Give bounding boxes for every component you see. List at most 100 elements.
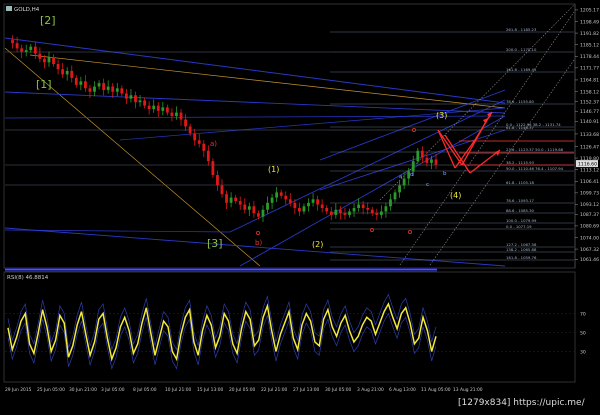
candle-body [97,83,101,87]
candle-body [366,208,370,210]
price-tick-label: 1185.12 [580,42,599,48]
candle-body [93,86,96,92]
time-tick-label: 25 Jun 05:00 [37,387,65,393]
time-tick-label: 22 Jul 21:00 [261,387,288,393]
fib-level-label: 261.8 - 1185.23 [506,27,537,32]
price-tick-label: 1133.68 [580,132,599,138]
wave-label: [2] [40,14,56,27]
candle-body [152,105,156,110]
price-tick-label: 1178.44 [580,54,599,60]
time-tick-label: 15 Jul 13:00 [197,387,224,393]
candle-body [316,199,320,205]
fib-level-label: 200.0 - 1175.10 [506,47,537,52]
price-tick-label: 1080.69 [580,224,599,230]
time-tick-label: 13 Aug 21:00 [453,387,483,393]
wave-label: [3] [207,237,223,250]
candle-body [348,211,351,215]
candle-body [416,150,420,162]
fib-level-label: 0.0 - 1122.96 38.2 - 1131.74 [506,122,561,127]
window-title-text: GOLD,H4 [14,7,40,13]
candle-body [247,206,251,210]
candle-body [234,197,238,202]
candle-body [261,209,265,217]
wave-label: b) [255,239,262,247]
watermark-text: [1279x834] https://upic.me/ [458,398,586,408]
candle-body [79,81,83,85]
candle-body [74,77,78,85]
candle-body [102,83,106,91]
wave-label: (4) [450,191,461,200]
candle-body [193,133,197,141]
candle-body [398,185,401,193]
candle-body [188,126,192,134]
price-tick-label: 1198.49 [580,19,599,25]
candle-body [120,88,124,94]
candle-body [298,208,301,212]
candle-body [56,63,60,70]
candle-body [430,159,433,163]
chart-window-icon [6,6,12,11]
candle-body [170,112,174,117]
candle-body [211,161,215,176]
time-tick-label: 27 Jul 13:00 [293,387,320,393]
candle-body [338,209,342,214]
candle-body [225,194,228,203]
wave-label: c [426,182,429,188]
candle-body [11,39,14,44]
candle-body [111,86,115,92]
candle-body [115,88,119,92]
fib-level-label: 61.8 - 1105.18 [506,180,535,185]
current-price-label: 1116.60 [578,161,597,167]
candle-body [243,204,247,210]
candle-body [229,197,233,203]
wave-label: a [399,174,402,180]
price-tick-label: 1146.77 [580,109,599,115]
time-axis-layer: 29 Jun 2015 25 Jun 05:00 30 Jun 21:00 3 Jul… [5,387,483,393]
candle-body [420,150,424,158]
wave-label: a) [210,140,217,148]
time-tick-label: 3 Jul 05:00 [101,387,125,393]
candle-body [43,58,46,63]
price-tick-label: 1067.32 [580,247,599,253]
price-tick-label: 1126.47 [580,144,599,150]
time-tick-label: 3 Aug 21:00 [357,387,384,393]
candle-body [275,192,279,198]
candle-body [307,202,310,207]
candle-body [311,199,315,203]
price-tick-label: 1061.46 [580,257,599,263]
chart-root: 261.8 - 1185.23 200.0 - 1175.10 161.8 - 11… [0,0,600,411]
candle-body [84,81,87,89]
fib-level-label: 78.6 - 1155.80 [506,99,535,104]
fib-level-label: 0.0 - 1077.19 [506,224,532,229]
candle-body [284,195,288,200]
candle-body [238,201,242,205]
candle-body [206,150,210,162]
candle-body [334,209,338,215]
price-tick-label: 1205.17 [580,8,599,14]
candle-body [216,175,219,186]
candle-body [293,202,297,209]
candle-body [143,100,146,106]
rsi-tick-label: 50 [580,330,586,336]
candle-body [266,202,269,210]
price-tick-label: 1152.37 [580,99,599,105]
wave-label: (2) [312,240,323,249]
candle-body [411,161,415,172]
candle-body [279,192,283,196]
candle-body [24,50,28,52]
candle-body [343,213,347,215]
candle-body [270,197,274,203]
candle-body [197,140,201,144]
candle-body [88,88,92,92]
time-tick-label: 29 Jun 2015 [5,387,32,393]
wave-label: (3) [436,111,447,120]
fib-level-label: 161.8 - 1059.76 [506,255,537,260]
time-tick-label: 30 Jun 21:00 [69,387,97,393]
candle-body [61,69,65,75]
candle-body [129,95,133,99]
candle-body [70,70,74,78]
candle-body [357,204,360,209]
price-tick-label: 1191.82 [580,31,599,37]
candle-body [15,43,19,49]
candle-body [352,208,356,212]
